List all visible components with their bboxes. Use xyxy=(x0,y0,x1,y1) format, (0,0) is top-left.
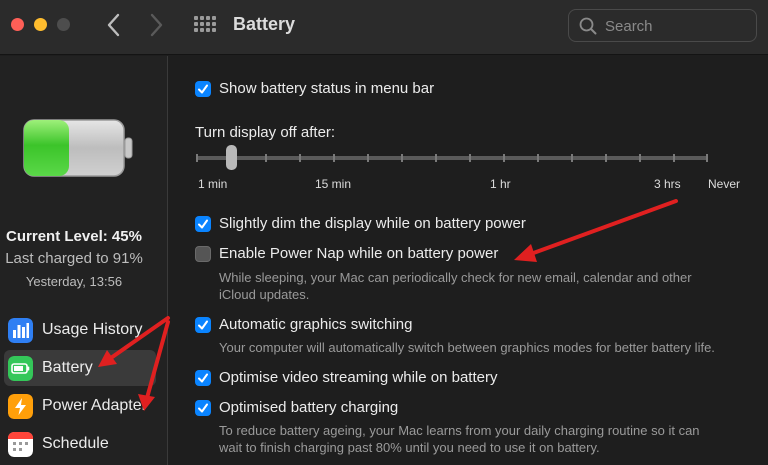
search-icon xyxy=(579,17,597,35)
slider-tick xyxy=(469,154,471,162)
slider-tick xyxy=(333,154,335,162)
show-status-checkbox[interactable] xyxy=(195,81,211,97)
slider-tick xyxy=(706,154,708,162)
checkmark-icon xyxy=(198,320,208,330)
sidebar-item-label: Usage History xyxy=(42,321,143,338)
show-status-label: Show battery status in menu bar xyxy=(219,80,435,97)
sidebar: Current Level: 45% Last charged to 91% Y… xyxy=(0,56,168,465)
description-line: While sleeping, your Mac can periodicall… xyxy=(219,270,692,285)
zoom-window-button[interactable] xyxy=(57,18,70,31)
current-level-text: Current Level: 45% xyxy=(6,228,142,245)
graphics-switching-checkbox[interactable] xyxy=(195,317,211,333)
slider-track[interactable] xyxy=(196,156,708,160)
description-line: wait to finish charging past 80% until y… xyxy=(219,440,600,455)
slider-knob[interactable] xyxy=(226,145,237,170)
slider-tick xyxy=(401,154,403,162)
power-nap-description: While sleeping, your Mac can periodicall… xyxy=(219,269,692,303)
slider-tick xyxy=(639,154,641,162)
slider-tick xyxy=(367,154,369,162)
battery-charging-label: Optimised battery charging xyxy=(219,399,399,416)
description-line: iCloud updates. xyxy=(219,287,310,302)
window-title: Battery xyxy=(233,14,296,34)
usage-history-icon xyxy=(8,318,33,343)
graphics-switching-label: Automatic graphics switching xyxy=(219,316,413,333)
sidebar-item-schedule[interactable]: Schedule xyxy=(4,426,156,462)
power-nap-label: Enable Power Nap while on battery power xyxy=(219,245,499,262)
video-streaming-label: Optimise video streaming while on batter… xyxy=(219,369,498,386)
battery-icon xyxy=(8,356,33,381)
sidebar-item-power-adapter[interactable]: Power Adapter xyxy=(4,388,156,424)
slider-tick xyxy=(537,154,539,162)
sidebar-item-usage-history[interactable]: Usage History xyxy=(4,312,156,348)
show-all-grid-icon[interactable] xyxy=(194,16,216,34)
tick-label-never: Never xyxy=(708,177,741,191)
power-nap-checkbox[interactable] xyxy=(195,246,211,262)
tick-label-3-hrs: 3 hrs xyxy=(654,177,681,191)
power-adapter-icon xyxy=(8,394,33,419)
sidebar-item-label: Power Adapter xyxy=(42,397,147,414)
display-off-title: Turn display off after: xyxy=(195,124,336,141)
sidebar-item-label: Schedule xyxy=(42,435,109,452)
sidebar-item-label: Battery xyxy=(42,359,93,376)
minimize-window-button[interactable] xyxy=(34,18,47,31)
back-button[interactable] xyxy=(104,12,124,38)
tick-label-15-min: 15 min xyxy=(315,177,352,191)
slider-tick xyxy=(196,154,198,162)
slider-tick xyxy=(265,154,267,162)
dim-display-label: Slightly dim the display while on batter… xyxy=(219,215,526,232)
slider-tick xyxy=(571,154,573,162)
chevron-left-icon xyxy=(107,13,120,37)
checkmark-icon xyxy=(198,219,208,229)
slider-tick xyxy=(503,154,505,162)
dim-display-checkbox[interactable] xyxy=(195,216,211,232)
last-charged-time: Yesterday, 13:56 xyxy=(25,274,123,289)
chevron-right-icon xyxy=(150,13,163,37)
search-field[interactable] xyxy=(568,9,757,42)
checkmark-icon xyxy=(198,84,208,94)
tick-label-1-hr: 1 hr xyxy=(490,177,511,191)
schedule-icon xyxy=(8,432,33,457)
checkmark-icon xyxy=(198,373,208,383)
last-charged-text: Last charged to 91% xyxy=(5,250,143,267)
graphics-switching-description: Your computer will automatically switch … xyxy=(219,340,715,355)
close-window-button[interactable] xyxy=(11,18,24,31)
slider-tick xyxy=(299,154,301,162)
battery-level-icon xyxy=(23,119,133,177)
description-line: To reduce battery ageing, your Mac learn… xyxy=(219,423,700,438)
battery-charging-description: To reduce battery ageing, your Mac learn… xyxy=(219,422,700,456)
tick-label-1-min: 1 min xyxy=(198,177,228,191)
search-input[interactable] xyxy=(605,16,745,36)
slider-tick xyxy=(673,154,675,162)
battery-settings-pane: Show battery status in menu bar Turn dis… xyxy=(169,56,768,465)
slider-tick xyxy=(435,154,437,162)
sidebar-item-battery[interactable]: Battery xyxy=(4,350,156,386)
slider-tick xyxy=(605,154,607,162)
video-streaming-checkbox[interactable] xyxy=(195,370,211,386)
checkmark-icon xyxy=(198,403,208,413)
battery-charging-checkbox[interactable] xyxy=(195,400,211,416)
title-bar: Battery xyxy=(0,0,768,55)
forward-button[interactable] xyxy=(146,12,166,38)
